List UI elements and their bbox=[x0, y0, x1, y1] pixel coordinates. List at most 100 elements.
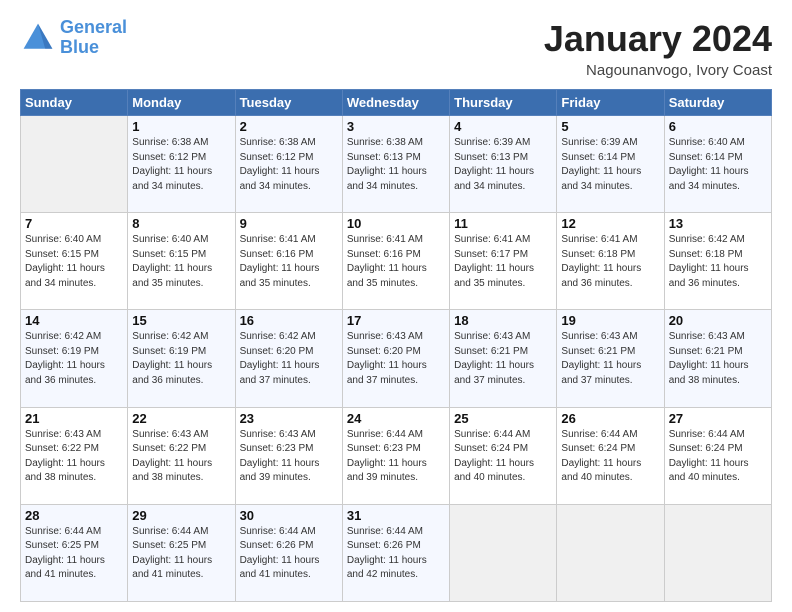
day-number: 19 bbox=[561, 313, 659, 328]
day-number: 6 bbox=[669, 119, 767, 134]
day-info: Sunrise: 6:38 AM Sunset: 6:12 PM Dayligh… bbox=[240, 136, 338, 194]
calendar-day-cell: 23Sunrise: 6:43 AM Sunset: 6:23 PM Dayli… bbox=[235, 407, 342, 504]
day-info: Sunrise: 6:44 AM Sunset: 6:25 PM Dayligh… bbox=[132, 525, 230, 583]
day-number: 31 bbox=[347, 508, 445, 523]
calendar-day-header: Monday bbox=[128, 90, 235, 116]
day-info: Sunrise: 6:38 AM Sunset: 6:12 PM Dayligh… bbox=[132, 136, 230, 194]
calendar-day-cell: 28 Sunrise: 6:44 AM Sunset: 6:25 PM Dayli… bbox=[21, 504, 128, 601]
logo-blue: Blue bbox=[60, 37, 99, 57]
day-number: 30 bbox=[240, 508, 338, 523]
day-info: Sunrise: 6:42 AM Sunset: 6:20 PM Dayligh… bbox=[240, 330, 338, 388]
day-number: 16 bbox=[240, 313, 338, 328]
day-info: Sunrise: 6:41 AM Sunset: 6:18 PM Dayligh… bbox=[561, 233, 659, 291]
day-number: 27 bbox=[669, 411, 767, 426]
calendar-day-cell: 4 Sunrise: 6:39 AM Sunset: 6:13 PM Daylig… bbox=[450, 116, 557, 213]
day-number: 20 bbox=[669, 313, 767, 328]
day-number: 28 bbox=[25, 508, 123, 523]
calendar-day-cell: 7 Sunrise: 6:40 AM Sunset: 6:15 PM Daylig… bbox=[21, 213, 128, 310]
calendar-day-cell: 22 Sunrise: 6:43 AM Sunset: 6:22 PM Dayli… bbox=[128, 407, 235, 504]
calendar-day-cell: 26 Sunrise: 6:44 AM Sunset: 6:24 PM Dayli… bbox=[557, 407, 664, 504]
day-number: 4 bbox=[454, 119, 552, 134]
calendar-day-cell: 8Sunrise: 6:40 AM Sunset: 6:15 PM Daylig… bbox=[128, 213, 235, 310]
day-number: 29 bbox=[132, 508, 230, 523]
calendar-day-header: Tuesday bbox=[235, 90, 342, 116]
calendar-day-cell: 1Sunrise: 6:38 AM Sunset: 6:12 PM Daylig… bbox=[128, 116, 235, 213]
day-number: 13 bbox=[669, 216, 767, 231]
day-info: Sunrise: 6:39 AM Sunset: 6:13 PM Dayligh… bbox=[454, 136, 552, 194]
logo: General Blue bbox=[20, 18, 127, 58]
calendar-week-row: 14 Sunrise: 6:42 AM Sunset: 6:19 PM Dayli… bbox=[21, 310, 772, 407]
calendar-day-cell: 25 Sunrise: 6:44 AM Sunset: 6:24 PM Dayli… bbox=[450, 407, 557, 504]
page: General Blue January 2024 Nagounanvogo, … bbox=[0, 0, 792, 612]
day-number: 15 bbox=[132, 313, 230, 328]
calendar-day-header: Thursday bbox=[450, 90, 557, 116]
day-info: Sunrise: 6:44 AM Sunset: 6:25 PM Dayligh… bbox=[25, 525, 123, 583]
calendar-day-cell bbox=[557, 504, 664, 601]
day-info: Sunrise: 6:40 AM Sunset: 6:14 PM Dayligh… bbox=[669, 136, 767, 194]
calendar-day-cell: 6 Sunrise: 6:40 AM Sunset: 6:14 PM Daylig… bbox=[664, 116, 771, 213]
day-info: Sunrise: 6:41 AM Sunset: 6:16 PM Dayligh… bbox=[347, 233, 445, 291]
calendar-day-cell: 18Sunrise: 6:43 AM Sunset: 6:21 PM Dayli… bbox=[450, 310, 557, 407]
day-info: Sunrise: 6:38 AM Sunset: 6:13 PM Dayligh… bbox=[347, 136, 445, 194]
calendar-day-cell: 20 Sunrise: 6:43 AM Sunset: 6:21 PM Dayli… bbox=[664, 310, 771, 407]
calendar-day-cell bbox=[664, 504, 771, 601]
day-number: 9 bbox=[240, 216, 338, 231]
day-info: Sunrise: 6:40 AM Sunset: 6:15 PM Dayligh… bbox=[132, 233, 230, 291]
calendar-day-cell: 14 Sunrise: 6:42 AM Sunset: 6:19 PM Dayli… bbox=[21, 310, 128, 407]
day-number: 5 bbox=[561, 119, 659, 134]
subtitle: Nagounanvogo, Ivory Coast bbox=[544, 62, 772, 79]
calendar-day-cell: 27Sunrise: 6:44 AM Sunset: 6:24 PM Dayli… bbox=[664, 407, 771, 504]
calendar-week-row: 21 Sunrise: 6:43 AM Sunset: 6:22 PM Dayli… bbox=[21, 407, 772, 504]
day-info: Sunrise: 6:42 AM Sunset: 6:19 PM Dayligh… bbox=[25, 330, 123, 388]
main-title: January 2024 bbox=[544, 18, 772, 60]
day-info: Sunrise: 6:43 AM Sunset: 6:22 PM Dayligh… bbox=[132, 428, 230, 486]
calendar-week-row: 28 Sunrise: 6:44 AM Sunset: 6:25 PM Dayli… bbox=[21, 504, 772, 601]
day-number: 26 bbox=[561, 411, 659, 426]
calendar-day-header: Wednesday bbox=[342, 90, 449, 116]
day-number: 21 bbox=[25, 411, 123, 426]
calendar-day-cell: 15Sunrise: 6:42 AM Sunset: 6:19 PM Dayli… bbox=[128, 310, 235, 407]
day-number: 7 bbox=[25, 216, 123, 231]
logo-general: General bbox=[60, 17, 127, 37]
logo-icon bbox=[20, 20, 56, 56]
calendar-table: SundayMondayTuesdayWednesdayThursdayFrid… bbox=[20, 89, 772, 602]
day-number: 23 bbox=[240, 411, 338, 426]
calendar-day-cell: 10 Sunrise: 6:41 AM Sunset: 6:16 PM Dayli… bbox=[342, 213, 449, 310]
calendar-day-cell: 16 Sunrise: 6:42 AM Sunset: 6:20 PM Dayli… bbox=[235, 310, 342, 407]
day-info: Sunrise: 6:44 AM Sunset: 6:24 PM Dayligh… bbox=[561, 428, 659, 486]
day-info: Sunrise: 6:41 AM Sunset: 6:16 PM Dayligh… bbox=[240, 233, 338, 291]
day-info: Sunrise: 6:44 AM Sunset: 6:23 PM Dayligh… bbox=[347, 428, 445, 486]
calendar-day-cell: 29 Sunrise: 6:44 AM Sunset: 6:25 PM Dayli… bbox=[128, 504, 235, 601]
day-number: 18 bbox=[454, 313, 552, 328]
calendar-header-row: SundayMondayTuesdayWednesdayThursdayFrid… bbox=[21, 90, 772, 116]
day-info: Sunrise: 6:43 AM Sunset: 6:20 PM Dayligh… bbox=[347, 330, 445, 388]
calendar-day-cell: 11Sunrise: 6:41 AM Sunset: 6:17 PM Dayli… bbox=[450, 213, 557, 310]
calendar-day-cell: 2 Sunrise: 6:38 AM Sunset: 6:12 PM Daylig… bbox=[235, 116, 342, 213]
day-info: Sunrise: 6:42 AM Sunset: 6:18 PM Dayligh… bbox=[669, 233, 767, 291]
calendar-day-cell: 24Sunrise: 6:44 AM Sunset: 6:23 PM Dayli… bbox=[342, 407, 449, 504]
calendar-day-cell: 30Sunrise: 6:44 AM Sunset: 6:26 PM Dayli… bbox=[235, 504, 342, 601]
logo-text: General Blue bbox=[60, 18, 127, 58]
day-info: Sunrise: 6:43 AM Sunset: 6:22 PM Dayligh… bbox=[25, 428, 123, 486]
calendar-day-cell: 31 Sunrise: 6:44 AM Sunset: 6:26 PM Dayli… bbox=[342, 504, 449, 601]
header: General Blue January 2024 Nagounanvogo, … bbox=[20, 18, 772, 79]
calendar-day-header: Friday bbox=[557, 90, 664, 116]
calendar-day-cell: 21 Sunrise: 6:43 AM Sunset: 6:22 PM Dayli… bbox=[21, 407, 128, 504]
day-info: Sunrise: 6:40 AM Sunset: 6:15 PM Dayligh… bbox=[25, 233, 123, 291]
calendar-week-row: 1Sunrise: 6:38 AM Sunset: 6:12 PM Daylig… bbox=[21, 116, 772, 213]
day-number: 3 bbox=[347, 119, 445, 134]
day-info: Sunrise: 6:41 AM Sunset: 6:17 PM Dayligh… bbox=[454, 233, 552, 291]
day-info: Sunrise: 6:44 AM Sunset: 6:24 PM Dayligh… bbox=[454, 428, 552, 486]
calendar-week-row: 7 Sunrise: 6:40 AM Sunset: 6:15 PM Daylig… bbox=[21, 213, 772, 310]
day-number: 10 bbox=[347, 216, 445, 231]
calendar-day-cell: 9 Sunrise: 6:41 AM Sunset: 6:16 PM Daylig… bbox=[235, 213, 342, 310]
day-number: 17 bbox=[347, 313, 445, 328]
day-info: Sunrise: 6:44 AM Sunset: 6:26 PM Dayligh… bbox=[347, 525, 445, 583]
day-info: Sunrise: 6:43 AM Sunset: 6:21 PM Dayligh… bbox=[669, 330, 767, 388]
calendar-day-cell bbox=[450, 504, 557, 601]
day-number: 2 bbox=[240, 119, 338, 134]
day-number: 14 bbox=[25, 313, 123, 328]
day-number: 22 bbox=[132, 411, 230, 426]
day-number: 25 bbox=[454, 411, 552, 426]
calendar-day-cell: 5Sunrise: 6:39 AM Sunset: 6:14 PM Daylig… bbox=[557, 116, 664, 213]
